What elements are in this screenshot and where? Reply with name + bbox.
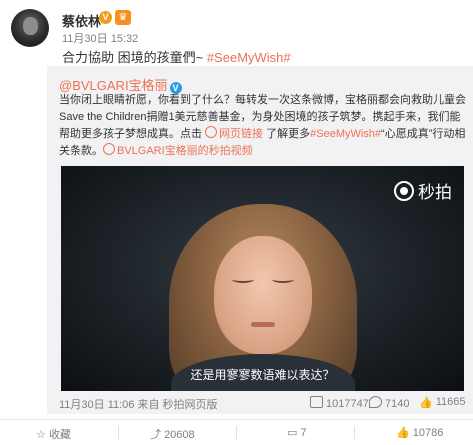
post-hashtag-link[interactable]: #SeeMyWish# [207,50,291,65]
link-icon [205,126,218,138]
repost-share-count-value: 1017747 [326,398,369,410]
divider [354,426,355,439]
avatar-face [23,17,38,35]
divider [236,426,237,439]
like-button[interactable]: 👍 10786 [396,426,443,439]
video-frame-face [214,236,312,354]
share-button[interactable]: ⤴ 20608 [150,426,195,442]
video-link[interactable]: BVLGARI宝格丽的秒拍视频 [103,143,253,157]
avatar[interactable] [11,9,49,47]
post-text-body: 合力協助 困境的孩童們~ [62,50,207,65]
miaopai-label: 秒拍 [418,183,452,202]
comment-icon: ▭ [287,427,298,439]
like-count: 10786 [412,427,444,439]
share-count: 20608 [164,429,195,441]
repost-text-part2: 了解更多 [263,128,311,140]
video-frame-eye-right [272,276,294,283]
repost-comment-count-value: 7140 [385,398,410,410]
web-link-label[interactable]: 网页链接 [219,128,263,140]
video-frame-mouth [251,322,275,327]
repost-like-count[interactable]: 👍 11665 [419,396,465,409]
repost-meta: 11月30日 11:06 来自 秒拍网页版 [59,399,218,411]
vip-crown-icon[interactable]: ♛ [115,10,131,25]
like-icon: 👍 [396,427,410,439]
favorite-label: 收藏 [48,429,71,441]
video-link-icon [103,143,115,155]
verified-v-icon[interactable]: V [99,11,112,24]
post-text: 合力協助 困境的孩童們~ #SeeMyWish# [62,47,291,66]
comment-button[interactable]: ▭ 7 [287,426,307,439]
post-header: 蔡依林 V ♛ 11月30日 15:32 合力協助 困境的孩童們~ #SeeMy… [0,0,473,66]
share-icon [310,396,323,408]
favorite-button[interactable]: ☆ 收藏 [36,426,71,442]
repost-share-count[interactable]: 1017747 [310,396,369,410]
repost-user-link[interactable]: @BVLGARI宝格丽 [59,78,168,93]
comment-count: 7 [300,427,307,439]
star-icon: ☆ [36,429,46,441]
video-subtitle: 还是用寥寥数语难以表达？ [190,368,335,382]
repost-hashtag-link[interactable]: #SeeMyWish# [310,128,381,140]
repost-like-count-value: 11665 [435,396,466,408]
like-icon: 👍 [419,397,433,409]
video-player[interactable]: 秒拍 还是用寥寥数语难以表达？ [61,166,464,391]
miaopai-logo: 秒拍 [394,178,452,203]
repost-comment-count[interactable]: 7140 [369,396,409,410]
comment-icon [369,396,382,408]
video-frame-eye-left [232,276,254,283]
video-link-label[interactable]: BVLGARI宝格丽的秒拍视频 [117,145,253,157]
repost-text: 当你闭上眼睛祈愿，你看到了什么？每转发一次这条微博，宝格丽都会向救助儿童会Sav… [59,92,469,160]
miaopai-icon [394,181,414,201]
post-timestamp[interactable]: 11月30日 15:32 [62,30,138,46]
username[interactable]: 蔡依林 [62,11,101,30]
web-link[interactable]: 网页链接 [205,126,263,140]
share-icon: ⤴ [150,429,161,441]
action-bar: ☆ 收藏 ⤴ 20608 ▭ 7 👍 10786 [0,419,473,445]
divider [118,426,119,439]
